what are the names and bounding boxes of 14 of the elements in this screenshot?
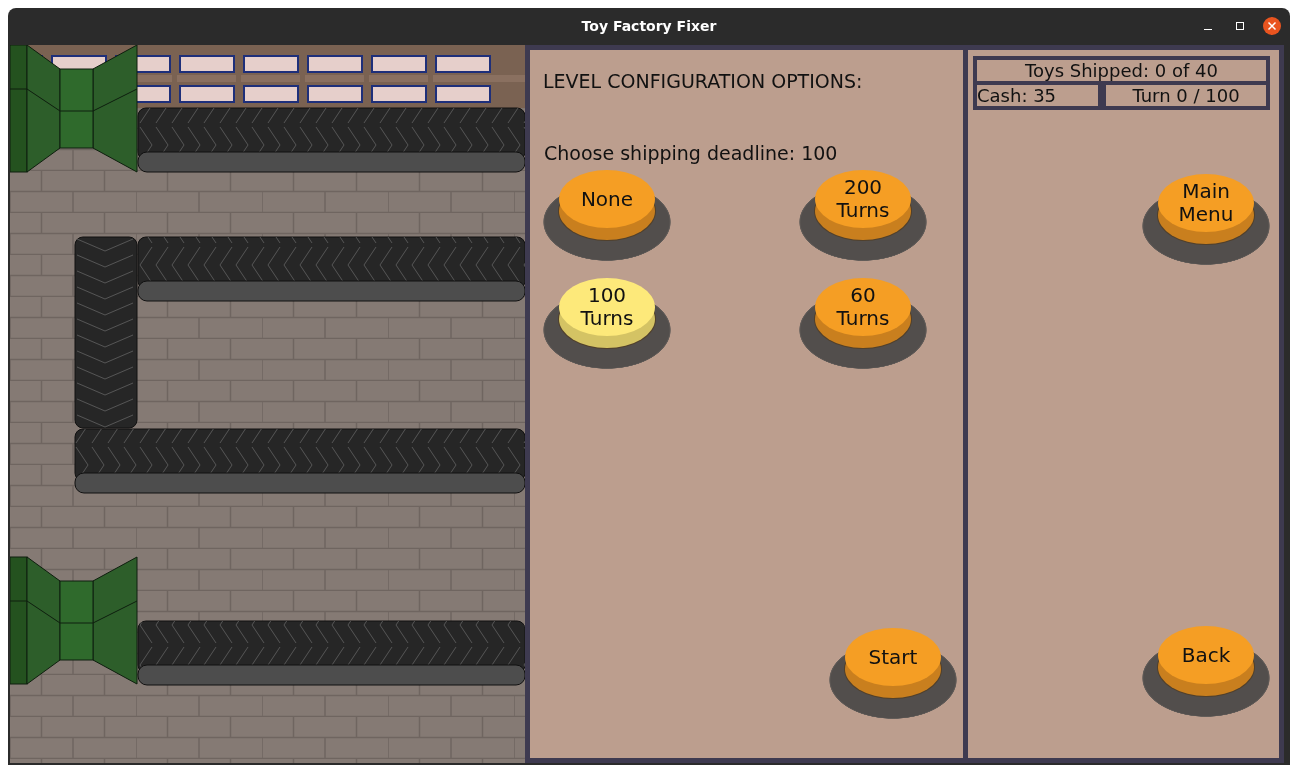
start-button[interactable]: Start xyxy=(829,628,957,720)
window-title: Toy Factory Fixer xyxy=(581,18,717,34)
deadline-option-button[interactable]: 200 Turns xyxy=(799,170,927,262)
deadline-prompt: Choose shipping deadline: 100 xyxy=(544,142,839,164)
back-button[interactable]: Back xyxy=(1142,626,1270,718)
turn-counter: Turn 0 / 100 xyxy=(1106,85,1266,106)
deadline-option-button[interactable]: 60 Turns xyxy=(799,278,927,370)
close-icon[interactable] xyxy=(1262,16,1282,36)
toys-shipped-counter: Toys Shipped: 0 of 40 xyxy=(977,60,1266,81)
config-heading: LEVEL CONFIGURATION OPTIONS: xyxy=(543,70,864,92)
cash-counter: Cash: 35 xyxy=(977,85,1098,106)
deadline-option-button[interactable]: None xyxy=(543,170,671,262)
deadline-option-button[interactable]: 100 Turns xyxy=(543,278,671,370)
main-menu-button[interactable]: Main Menu xyxy=(1142,174,1270,266)
